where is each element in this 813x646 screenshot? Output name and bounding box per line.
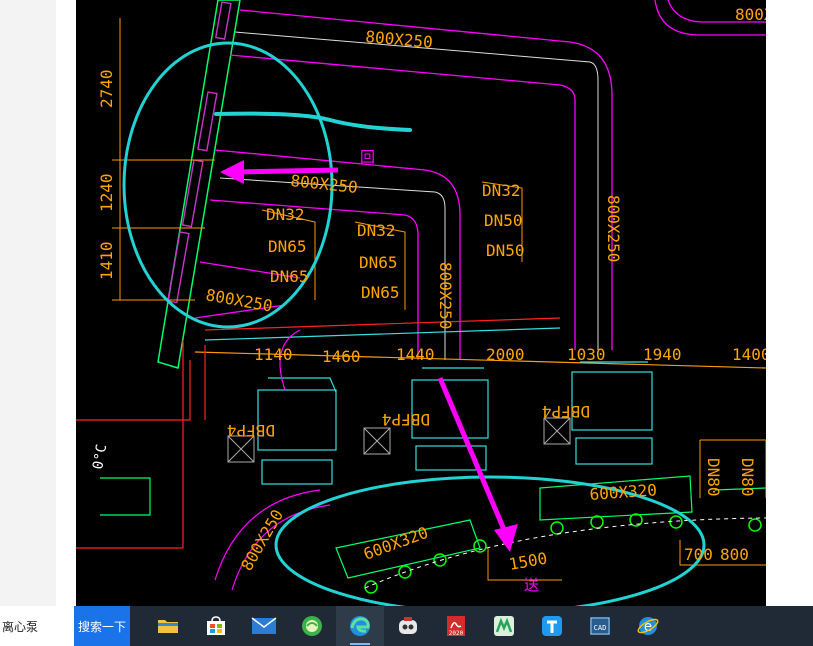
left-margin (56, 0, 76, 606)
ie-icon: e (637, 617, 659, 635)
edge-icon (350, 616, 370, 636)
svg-text:CAD: CAD (594, 624, 607, 632)
ahu-units (257, 361, 653, 485)
windows-taskbar: 离心泵 搜索一下 2020 CAD e (0, 606, 813, 646)
duct-600-a: 600X320 (361, 523, 431, 564)
dn80-a: DN80 (704, 458, 723, 497)
search-input[interactable]: 离心泵 (0, 606, 74, 646)
pipe-right-3: DN50 (486, 241, 525, 260)
dn80-b: DN80 (738, 458, 757, 497)
taskbar-app-t[interactable] (528, 606, 576, 646)
duct-label-topright: 800X (735, 5, 766, 24)
right-side-panel (766, 0, 813, 606)
temp-label: 0°C (90, 443, 110, 471)
pipe-mid-3: DN65 (361, 283, 400, 302)
taskbar-app-cad[interactable]: CAD (576, 606, 624, 646)
dim-row-3: 1440 (396, 345, 435, 364)
svg-text:2020: 2020 (449, 630, 464, 637)
duct-label-top: 800X250 (365, 27, 434, 52)
supply-label: 送 (524, 576, 539, 594)
green-m-app-icon (494, 616, 514, 636)
store-icon (207, 616, 225, 635)
dim-row-4: 2000 (486, 345, 525, 364)
supply-arrow (437, 377, 518, 552)
left-side-panel (0, 0, 56, 606)
dim-1500: 1500 (507, 549, 548, 574)
unit-label-3: DBFP4 (542, 402, 590, 421)
taskbar-app-mail[interactable] (240, 606, 288, 646)
360-browser-icon (302, 616, 322, 636)
dim-row-7: 1400 (732, 345, 766, 364)
pipe-mid-2: DN65 (359, 253, 398, 272)
mail-icon (251, 617, 277, 634)
pdf-2020-icon: 2020 (447, 616, 465, 637)
taskbar-app-robot[interactable] (384, 606, 432, 646)
pipe-right-1: DN32 (482, 181, 521, 200)
file-explorer-icon (158, 620, 178, 633)
pipe-left-1: DN32 (266, 205, 305, 224)
duct-label-vert-right: 800X250 (604, 195, 623, 262)
cad-icon: CAD (590, 617, 610, 635)
pipe-mid-1: DN32 (357, 221, 396, 240)
unit-label-2: DBFP4 (382, 410, 430, 429)
dim-row-5: 1030 (567, 345, 606, 364)
taskbar-app-pdf[interactable]: 2020 (432, 606, 480, 646)
dim-2740: 2740 (97, 69, 116, 108)
return-label: 回 (360, 148, 375, 166)
pipe-left-2: DN65 (268, 237, 307, 256)
dim-row-6: 1940 (643, 345, 682, 364)
duct-label-mid: 800X250 (290, 171, 359, 197)
taskbar-app-360[interactable] (288, 606, 336, 646)
taskbar-app-green-m[interactable] (480, 606, 528, 646)
taskbar-app-edge[interactable] (336, 606, 384, 646)
duct-label-vert-center: 800X250 (436, 262, 455, 329)
dim-row-1: 1140 (254, 345, 293, 364)
taskbar-apps: 2020 CAD e (144, 606, 672, 646)
dim-row-2: 1460 (322, 347, 361, 366)
dim-1410: 1410 (97, 241, 116, 280)
taskbar-app-file-explorer[interactable] (144, 606, 192, 646)
dim-700: 700 (684, 545, 713, 564)
dim-800: 800 (720, 545, 749, 564)
robot-app-icon (399, 617, 417, 634)
t-app-icon (542, 616, 562, 636)
unit-label-1: DBFP4 (227, 421, 275, 440)
taskbar-app-store[interactable] (192, 606, 240, 646)
dim-1240: 1240 (97, 173, 116, 212)
cad-drawing-canvas[interactable]: 800X250 800X250 800X250 800X 800X250 800… (76, 0, 766, 606)
search-button[interactable]: 搜索一下 (74, 606, 130, 646)
pipe-left-3: DN65 (270, 267, 309, 286)
taskbar-app-ie[interactable]: e (624, 606, 672, 646)
pipe-right-2: DN50 (484, 211, 523, 230)
duct-label-left-bend: 800X250 (237, 506, 287, 574)
